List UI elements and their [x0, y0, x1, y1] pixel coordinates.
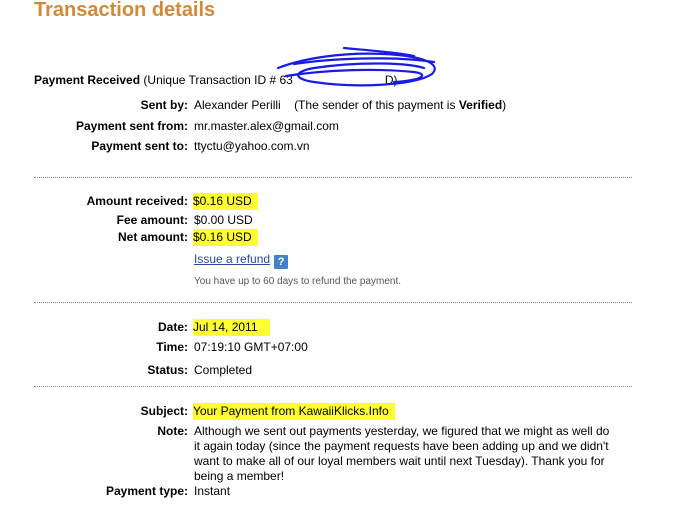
section-divider — [34, 177, 632, 178]
sender-name: Alexander Perilli — [194, 98, 281, 112]
sent-by-value: Alexander Perilli (The sender of this pa… — [194, 98, 506, 112]
status-label: Status: — [147, 363, 188, 377]
payment-sent-to-label: Payment sent to: — [91, 139, 188, 153]
time-label: Time: — [156, 340, 188, 354]
payment-sent-to-value: ttyctu@yahoo.com.vn — [194, 139, 310, 153]
redaction-scribble — [276, 46, 436, 87]
payment-sent-from-label: Payment sent from: — [75, 119, 188, 133]
issue-refund-link[interactable]: Issue a refund — [194, 252, 270, 266]
amount-received-highlight: $0.16 USD — [193, 193, 258, 210]
subject-value: Your Payment from KawaiiKlicks.Info — [193, 403, 395, 420]
sender-verified: Verified — [458, 98, 503, 112]
payment-sent-from-value: mr.master.alex@gmail.com — [194, 119, 339, 133]
status-value: Completed — [194, 363, 253, 377]
note-label: Note: — [157, 424, 188, 438]
date-label: Date: — [157, 320, 188, 334]
help-icon[interactable]: ? — [274, 255, 289, 269]
subject-label: Subject: — [140, 404, 188, 418]
section-divider — [34, 386, 632, 387]
payment-received-label: Payment Received — [34, 73, 141, 87]
fee-amount-value: $0.00 USD — [194, 213, 253, 227]
transaction-id-prefix: (Unique Transaction ID # 63 — [143, 73, 293, 87]
sender-status-prefix: (The sender of this payment is — [294, 98, 459, 112]
net-amount-label: Net amount: — [118, 230, 188, 244]
payment-type-value: Instant — [194, 484, 231, 498]
refund-note: You have up to 60 days to refund the pay… — [194, 276, 402, 287]
payment-type-label: Payment type: — [105, 484, 188, 498]
fee-amount-label: Fee amount: — [116, 213, 188, 227]
issue-refund-row: Issue a refund? — [194, 252, 289, 269]
amount-received-label: Amount received: — [86, 194, 188, 208]
sent-by-label: Sent by: — [140, 98, 188, 112]
date-highlight: Jul 14, 2011 — [193, 319, 270, 336]
date-value: Jul 14, 2011 — [193, 319, 270, 336]
subject-highlight: Your Payment from KawaiiKlicks.Info — [193, 403, 395, 420]
amount-received-value: $0.16 USD — [193, 193, 258, 210]
sender-status-suffix: ) — [502, 98, 507, 112]
net-amount-value: $0.16 USD — [193, 229, 258, 246]
page-title: Transaction details — [34, 0, 216, 21]
time-value: 07:19:10 GMT+07:00 — [194, 340, 308, 354]
note-value: Although we sent out payments yesterday,… — [194, 424, 610, 483]
net-amount-highlight: $0.16 USD — [193, 229, 258, 246]
section-divider — [34, 302, 632, 303]
